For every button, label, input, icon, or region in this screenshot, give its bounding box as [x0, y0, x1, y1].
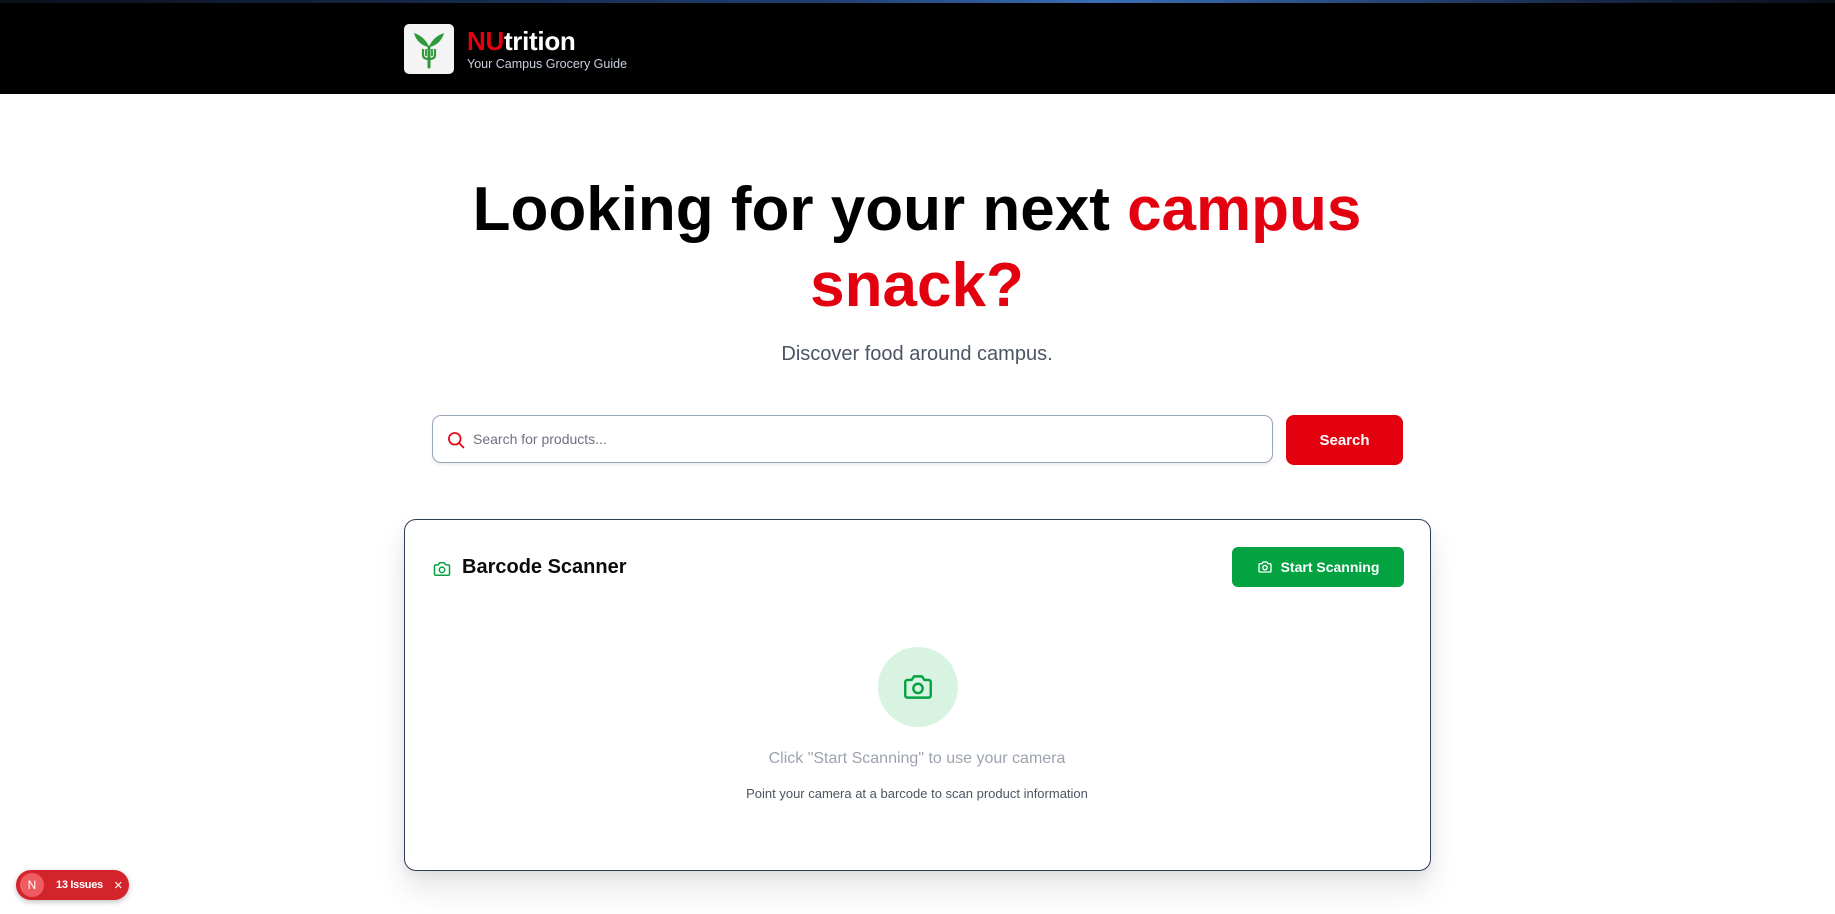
scanner-hint: Click "Start Scanning" to use your camer…	[768, 750, 1066, 767]
search-box[interactable]	[432, 415, 1273, 463]
camera-icon	[1257, 561, 1272, 573]
brand-title: NUtrition	[467, 26, 627, 56]
barcode-scanner-card: Barcode Scanner Start Scanning Click "St…	[404, 519, 1431, 871]
hero-title: Looking for your next campus snack?	[417, 172, 1417, 324]
hero-title-plain: Looking for your next	[472, 175, 1128, 244]
search-button[interactable]: Search	[1286, 415, 1403, 465]
camera-placeholder	[878, 647, 958, 727]
camera-icon	[433, 562, 451, 576]
issues-count-label[interactable]: 13 Issues	[56, 879, 103, 891]
dev-issues-indicator[interactable]: N 13 Issues ×	[16, 870, 129, 900]
scanner-title: Barcode Scanner	[462, 556, 627, 578]
close-icon[interactable]: ×	[114, 878, 123, 893]
start-scanning-button[interactable]: Start Scanning	[1232, 547, 1404, 587]
search-icon	[448, 432, 465, 449]
top-navbar: NUtrition Your Campus Grocery Guide	[0, 0, 1835, 94]
start-scanning-label: Start Scanning	[1280, 559, 1380, 575]
search-input[interactable]	[473, 416, 1263, 462]
scanner-note: Point your camera at a barcode to scan p…	[746, 786, 1088, 801]
camera-icon	[904, 675, 932, 699]
brand-tagline: Your Campus Grocery Guide	[467, 57, 628, 71]
brand-title-accent: NU	[467, 26, 504, 56]
sprout-fork-icon	[414, 33, 444, 69]
brand[interactable]: NUtrition Your Campus Grocery Guide	[467, 26, 627, 71]
app-logo[interactable]	[404, 24, 454, 74]
next-logo-badge[interactable]: N	[20, 873, 44, 897]
hero-subtitle: Discover food around campus.	[781, 343, 1053, 365]
brand-title-rest: trition	[503, 26, 576, 56]
